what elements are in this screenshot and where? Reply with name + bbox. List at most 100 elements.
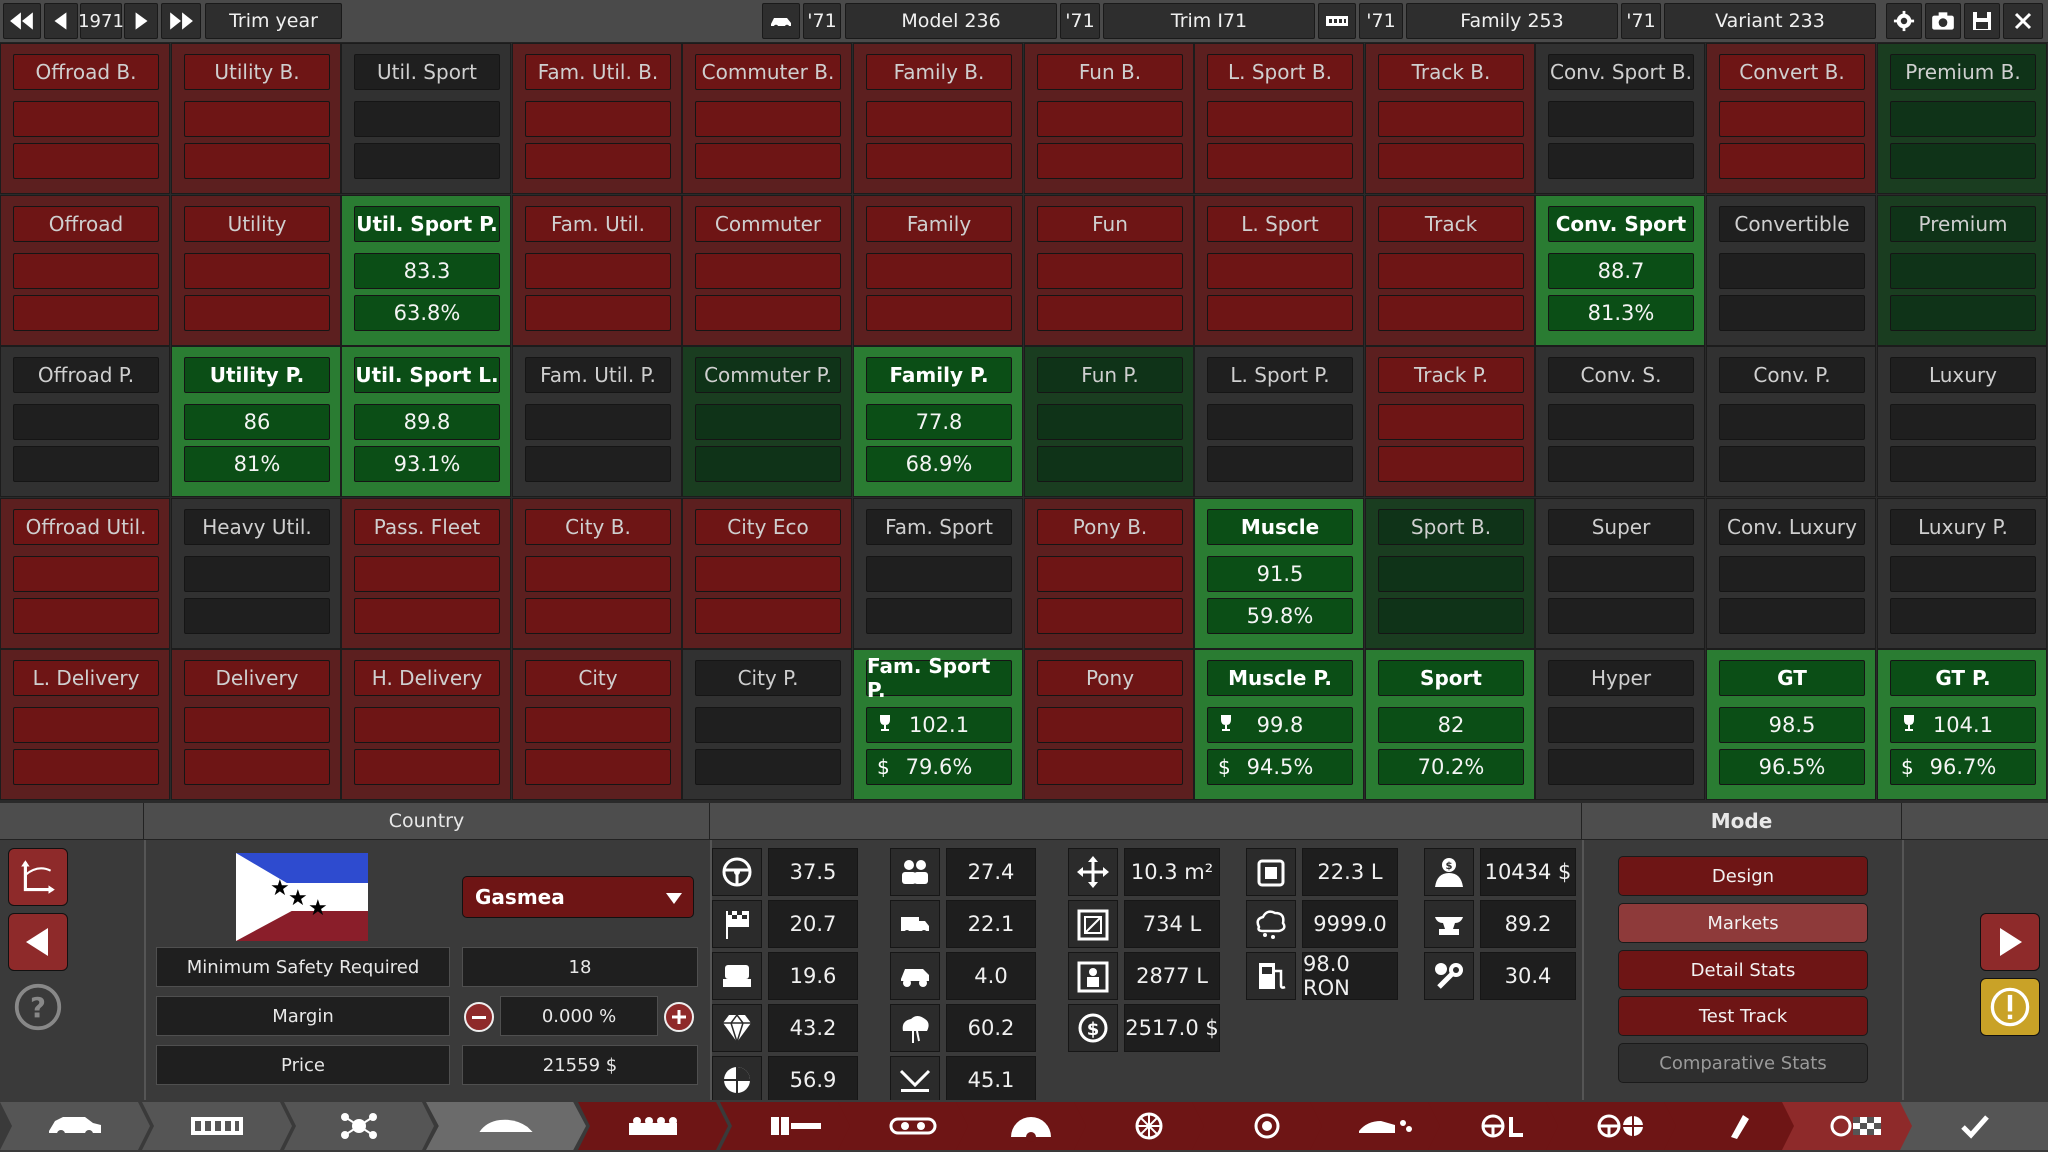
market-cell[interactable]: Track P.	[1365, 346, 1535, 497]
market-cell[interactable]: Convertible	[1706, 195, 1876, 346]
axis-view-icon[interactable]	[8, 848, 68, 906]
previous-year-icon[interactable]	[44, 3, 78, 39]
margin-minus-button[interactable]	[464, 1002, 494, 1032]
market-cell[interactable]: Track B.	[1365, 43, 1535, 194]
nav-engine-cylinders-icon[interactable]	[578, 1102, 728, 1150]
market-cell[interactable]: Sport 82 70.2%	[1365, 649, 1535, 800]
market-cell[interactable]: Sport B.	[1365, 498, 1535, 649]
country-dropdown[interactable]: Gasmea	[462, 876, 694, 918]
market-cell[interactable]: L. Sport	[1194, 195, 1364, 346]
market-cell[interactable]: Conv. S.	[1535, 346, 1705, 497]
back-arrow-icon[interactable]	[8, 913, 68, 971]
market-cell[interactable]: Pony	[1024, 649, 1194, 800]
market-cell[interactable]: Fun	[1024, 195, 1194, 346]
market-cell[interactable]: Premium	[1877, 195, 2047, 346]
model-selector[interactable]: Model 236	[845, 3, 1057, 39]
mode-design-button[interactable]: Design	[1618, 856, 1868, 896]
market-cell[interactable]: City P.	[682, 649, 852, 800]
market-cell[interactable]: Commuter	[682, 195, 852, 346]
variant-selector[interactable]: Variant 233	[1664, 3, 1876, 39]
market-cell[interactable]: Pass. Fleet	[341, 498, 511, 649]
market-cell[interactable]: Muscle P. 99.8 94.5% $	[1194, 649, 1364, 800]
market-cell[interactable]: L. Delivery	[0, 649, 170, 800]
market-cell[interactable]: Fam. Util. B.	[512, 43, 682, 194]
market-cell[interactable]: Fun P.	[1024, 346, 1194, 497]
market-cell[interactable]: Offroad Util.	[0, 498, 170, 649]
mode-markets-button[interactable]: Markets	[1618, 903, 1868, 943]
market-cell[interactable]: Offroad B.	[0, 43, 170, 194]
market-cell[interactable]: Fun B.	[1024, 43, 1194, 194]
market-name: Family P.	[866, 357, 1012, 393]
market-cell[interactable]: Fam. Sport	[853, 498, 1023, 649]
market-cell[interactable]: Fam. Util. P.	[512, 346, 682, 497]
help-icon[interactable]: ?	[8, 978, 68, 1036]
camera-icon[interactable]	[1925, 3, 1961, 39]
market-cell[interactable]: Track	[1365, 195, 1535, 346]
warning-icon[interactable]	[1980, 978, 2040, 1036]
mode-test-track-button[interactable]: Test Track	[1618, 996, 1868, 1036]
market-cell[interactable]: Util. Sport	[341, 43, 511, 194]
market-cell[interactable]: Heavy Util.	[171, 498, 341, 649]
market-cell[interactable]: Family	[853, 195, 1023, 346]
trim-selector[interactable]: Trim I71	[1103, 3, 1315, 39]
settings-gear-icon[interactable]	[1886, 3, 1922, 39]
market-cell[interactable]: Utility B.	[171, 43, 341, 194]
nav-chassis-icon[interactable]	[142, 1102, 292, 1150]
rewind-icon[interactable]	[3, 3, 41, 39]
forward-arrow-icon[interactable]	[1980, 913, 2040, 971]
next-year-icon[interactable]	[124, 3, 158, 39]
market-fit-percent	[1719, 598, 1865, 634]
margin-plus-button[interactable]	[664, 1002, 694, 1032]
market-fit-percent: 70.2%	[1378, 749, 1524, 785]
market-cell[interactable]: Family P. 77.8 68.9%	[853, 346, 1023, 497]
market-cell[interactable]: Premium B.	[1877, 43, 2047, 194]
fast-forward-icon[interactable]	[161, 3, 201, 39]
nav-body-shape-icon[interactable]	[426, 1102, 586, 1150]
market-cell[interactable]: Offroad P.	[0, 346, 170, 497]
market-cell[interactable]: Fam. Sport P. 102.1 79.6% $	[853, 649, 1023, 800]
market-cell[interactable]: Conv. Luxury	[1706, 498, 1876, 649]
market-cell[interactable]: Delivery	[171, 649, 341, 800]
nav-finish-check-icon[interactable]	[1900, 1102, 2048, 1150]
market-cell[interactable]: Conv. P.	[1706, 346, 1876, 497]
market-cell[interactable]: Luxury	[1877, 346, 2047, 497]
market-cell[interactable]: Convert B.	[1706, 43, 1876, 194]
market-cell[interactable]: L. Sport P.	[1194, 346, 1364, 497]
market-name: Conv. Sport B.	[1548, 54, 1694, 90]
market-cell[interactable]: Conv. Sport B.	[1535, 43, 1705, 194]
market-cell[interactable]: Utility P. 86 81%	[171, 346, 341, 497]
market-cell[interactable]: Commuter B.	[682, 43, 852, 194]
market-cell[interactable]: H. Delivery	[341, 649, 511, 800]
market-cell[interactable]: City Eco	[682, 498, 852, 649]
margin-input[interactable]: 0.000 %	[500, 996, 658, 1036]
market-cell[interactable]: L. Sport B.	[1194, 43, 1364, 194]
market-cell[interactable]: Util. Sport L. 89.8 93.1%	[341, 346, 511, 497]
chevron-down-icon	[666, 893, 682, 904]
market-cell[interactable]: City B.	[512, 498, 682, 649]
mode-detail-stats-button[interactable]: Detail Stats	[1618, 950, 1868, 990]
market-cell[interactable]: Offroad	[0, 195, 170, 346]
nav-car-body-icon[interactable]	[0, 1102, 150, 1150]
mode-comparative-stats-button[interactable]: Comparative Stats	[1618, 1043, 1868, 1083]
family-selector[interactable]: Family 253	[1406, 3, 1618, 39]
score-value: 88.7	[1597, 259, 1645, 283]
nav-suspension-icon[interactable]	[284, 1102, 434, 1150]
market-cell[interactable]: Luxury P.	[1877, 498, 2047, 649]
market-cell[interactable]: Commuter P.	[682, 346, 852, 497]
market-cell[interactable]: GT P. 104.1 96.7% $	[1877, 649, 2047, 800]
close-icon[interactable]	[2003, 3, 2043, 39]
market-cell[interactable]: Family B.	[853, 43, 1023, 194]
market-cell[interactable]: GT 98.5 96.5%	[1706, 649, 1876, 800]
market-cell[interactable]: Hyper	[1535, 649, 1705, 800]
market-cell[interactable]: Muscle 91.5 59.8%	[1194, 498, 1364, 649]
market-name: Sport B.	[1378, 509, 1524, 545]
market-cell[interactable]: Utility	[171, 195, 341, 346]
market-cell[interactable]: Super	[1535, 498, 1705, 649]
engine-family-icon	[1318, 3, 1356, 39]
market-cell[interactable]: City	[512, 649, 682, 800]
save-disk-icon[interactable]	[1964, 3, 2000, 39]
market-cell[interactable]: Fam. Util.	[512, 195, 682, 346]
market-cell[interactable]: Pony B.	[1024, 498, 1194, 649]
market-cell[interactable]: Conv. Sport 88.7 81.3%	[1535, 195, 1705, 346]
market-cell[interactable]: Util. Sport P. 83.3 63.8%	[341, 195, 511, 346]
